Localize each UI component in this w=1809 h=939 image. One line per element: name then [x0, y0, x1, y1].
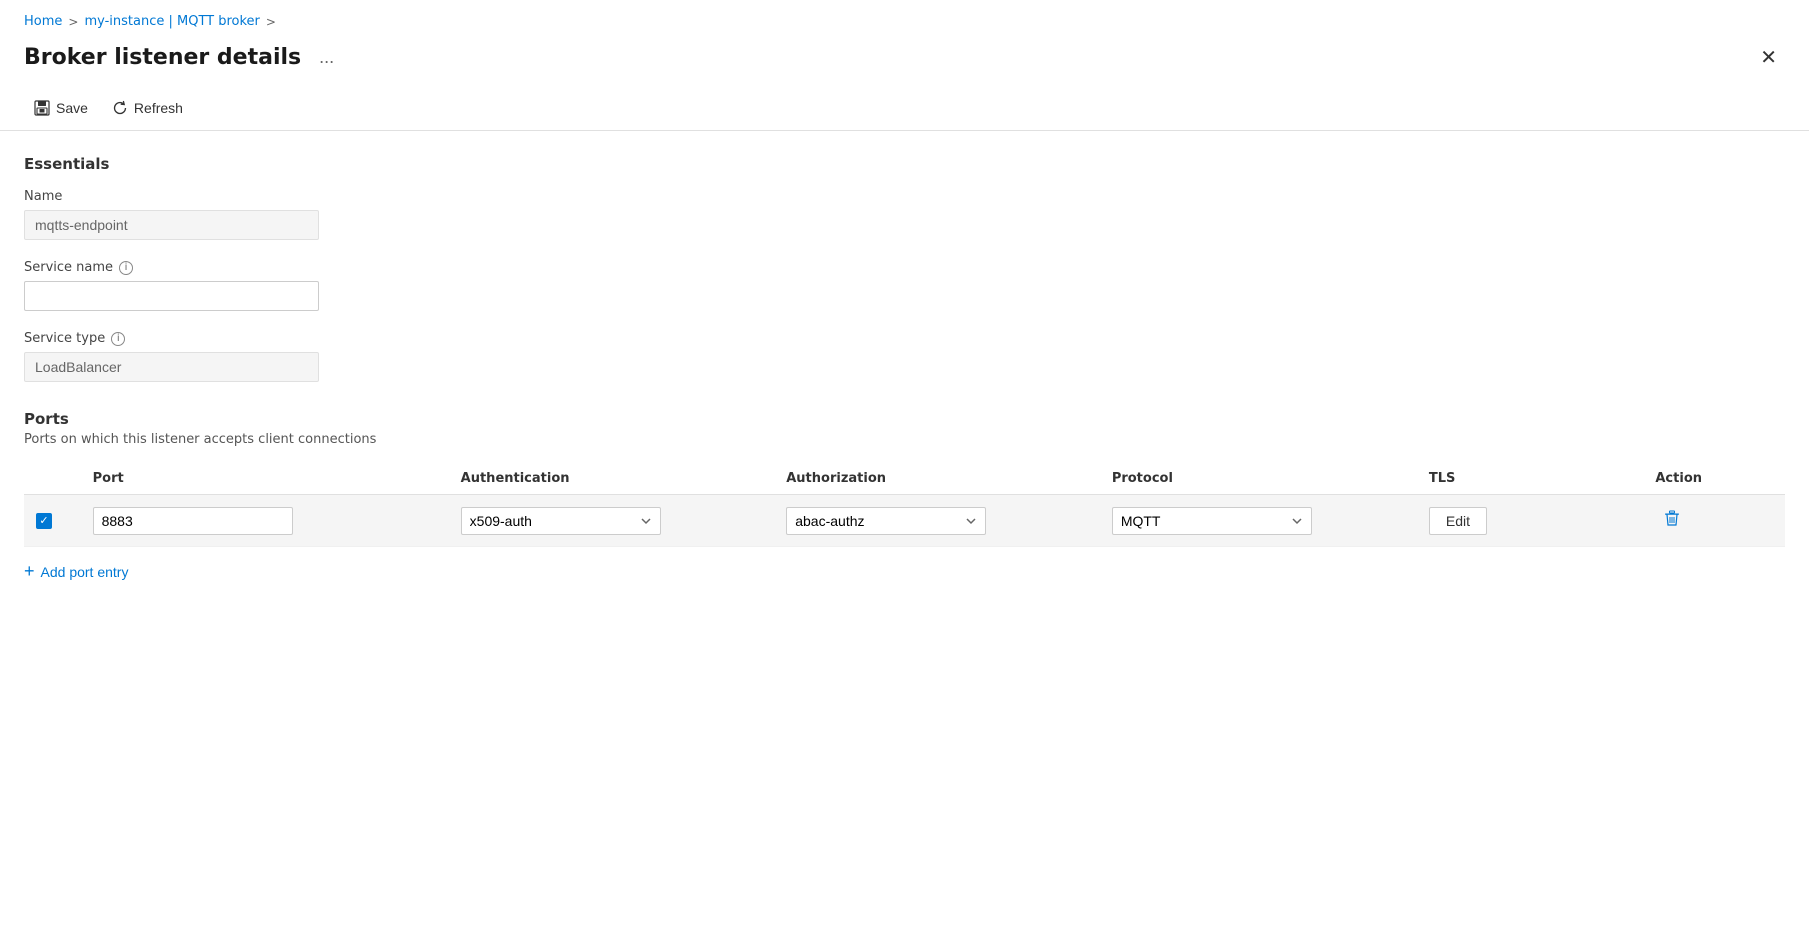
service-type-field-group: Service type i [24, 331, 1785, 382]
ports-section-subtitle: Ports on which this listener accepts cli… [24, 432, 1785, 447]
refresh-label: Refresh [134, 100, 183, 116]
panel-title-group: Broker listener details ... [24, 45, 340, 70]
close-icon: ✕ [1760, 47, 1777, 69]
panel-header: Broker listener details ... ✕ [0, 37, 1809, 86]
ports-section: Ports Ports on which this listener accep… [24, 410, 1785, 592]
refresh-icon [112, 100, 128, 116]
service-type-info-icon: i [111, 332, 125, 346]
col-authz-header: Authorization [774, 463, 1100, 495]
service-name-label: Service name i [24, 260, 1785, 275]
col-tls-header: TLS [1417, 463, 1643, 495]
essentials-section-title: Essentials [24, 155, 1785, 173]
service-name-input[interactable] [24, 281, 319, 311]
col-action-header: Action [1643, 463, 1785, 495]
breadcrumb-instance[interactable]: my-instance | MQTT broker [84, 14, 259, 29]
port-input[interactable] [93, 507, 293, 535]
col-checkbox [24, 463, 81, 495]
add-port-label: Add port entry [41, 564, 129, 580]
authorization-select[interactable]: abac-authznone [786, 507, 986, 535]
save-icon [34, 100, 50, 116]
tls-edit-button[interactable]: Edit [1429, 507, 1487, 535]
col-auth-header: Authentication [449, 463, 775, 495]
name-field-group: Name [24, 189, 1785, 240]
table-row: x509-authnone abac-authznone MQTTMQTTS Edit [24, 495, 1785, 547]
ports-section-title: Ports [24, 410, 1785, 428]
ellipsis-button[interactable]: ... [313, 45, 340, 70]
save-label: Save [56, 100, 88, 116]
col-proto-header: Protocol [1100, 463, 1417, 495]
refresh-button[interactable]: Refresh [102, 94, 193, 122]
delete-row-button[interactable] [1655, 505, 1689, 536]
row-checkbox[interactable] [36, 513, 52, 529]
broker-listener-panel: Home > my-instance | MQTT broker > Broke… [0, 0, 1809, 939]
service-name-info-icon: i [119, 261, 133, 275]
add-port-button[interactable]: + Add port entry [24, 551, 128, 592]
breadcrumb-sep2: > [266, 15, 276, 29]
name-label: Name [24, 189, 1785, 204]
add-port-icon: + [24, 561, 35, 582]
service-type-label: Service type i [24, 331, 1785, 346]
toolbar: Save Refresh [0, 86, 1809, 131]
save-button[interactable]: Save [24, 94, 98, 122]
authentication-select[interactable]: x509-authnone [461, 507, 661, 535]
content-area: Essentials Name Service name i Service t… [0, 131, 1809, 616]
panel-title-text: Broker listener details [24, 45, 301, 70]
ports-table-header-row: Port Authentication Authorization Protoc… [24, 463, 1785, 495]
ports-table: Port Authentication Authorization Protoc… [24, 463, 1785, 547]
breadcrumb: Home > my-instance | MQTT broker > [0, 0, 1809, 37]
service-name-field-group: Service name i [24, 260, 1785, 311]
breadcrumb-home[interactable]: Home [24, 14, 62, 29]
breadcrumb-sep1: > [68, 15, 78, 29]
protocol-select[interactable]: MQTTMQTTS [1112, 507, 1312, 535]
service-type-input [24, 352, 319, 382]
col-port-header: Port [81, 463, 449, 495]
close-button[interactable]: ✕ [1752, 41, 1785, 74]
name-input [24, 210, 319, 240]
